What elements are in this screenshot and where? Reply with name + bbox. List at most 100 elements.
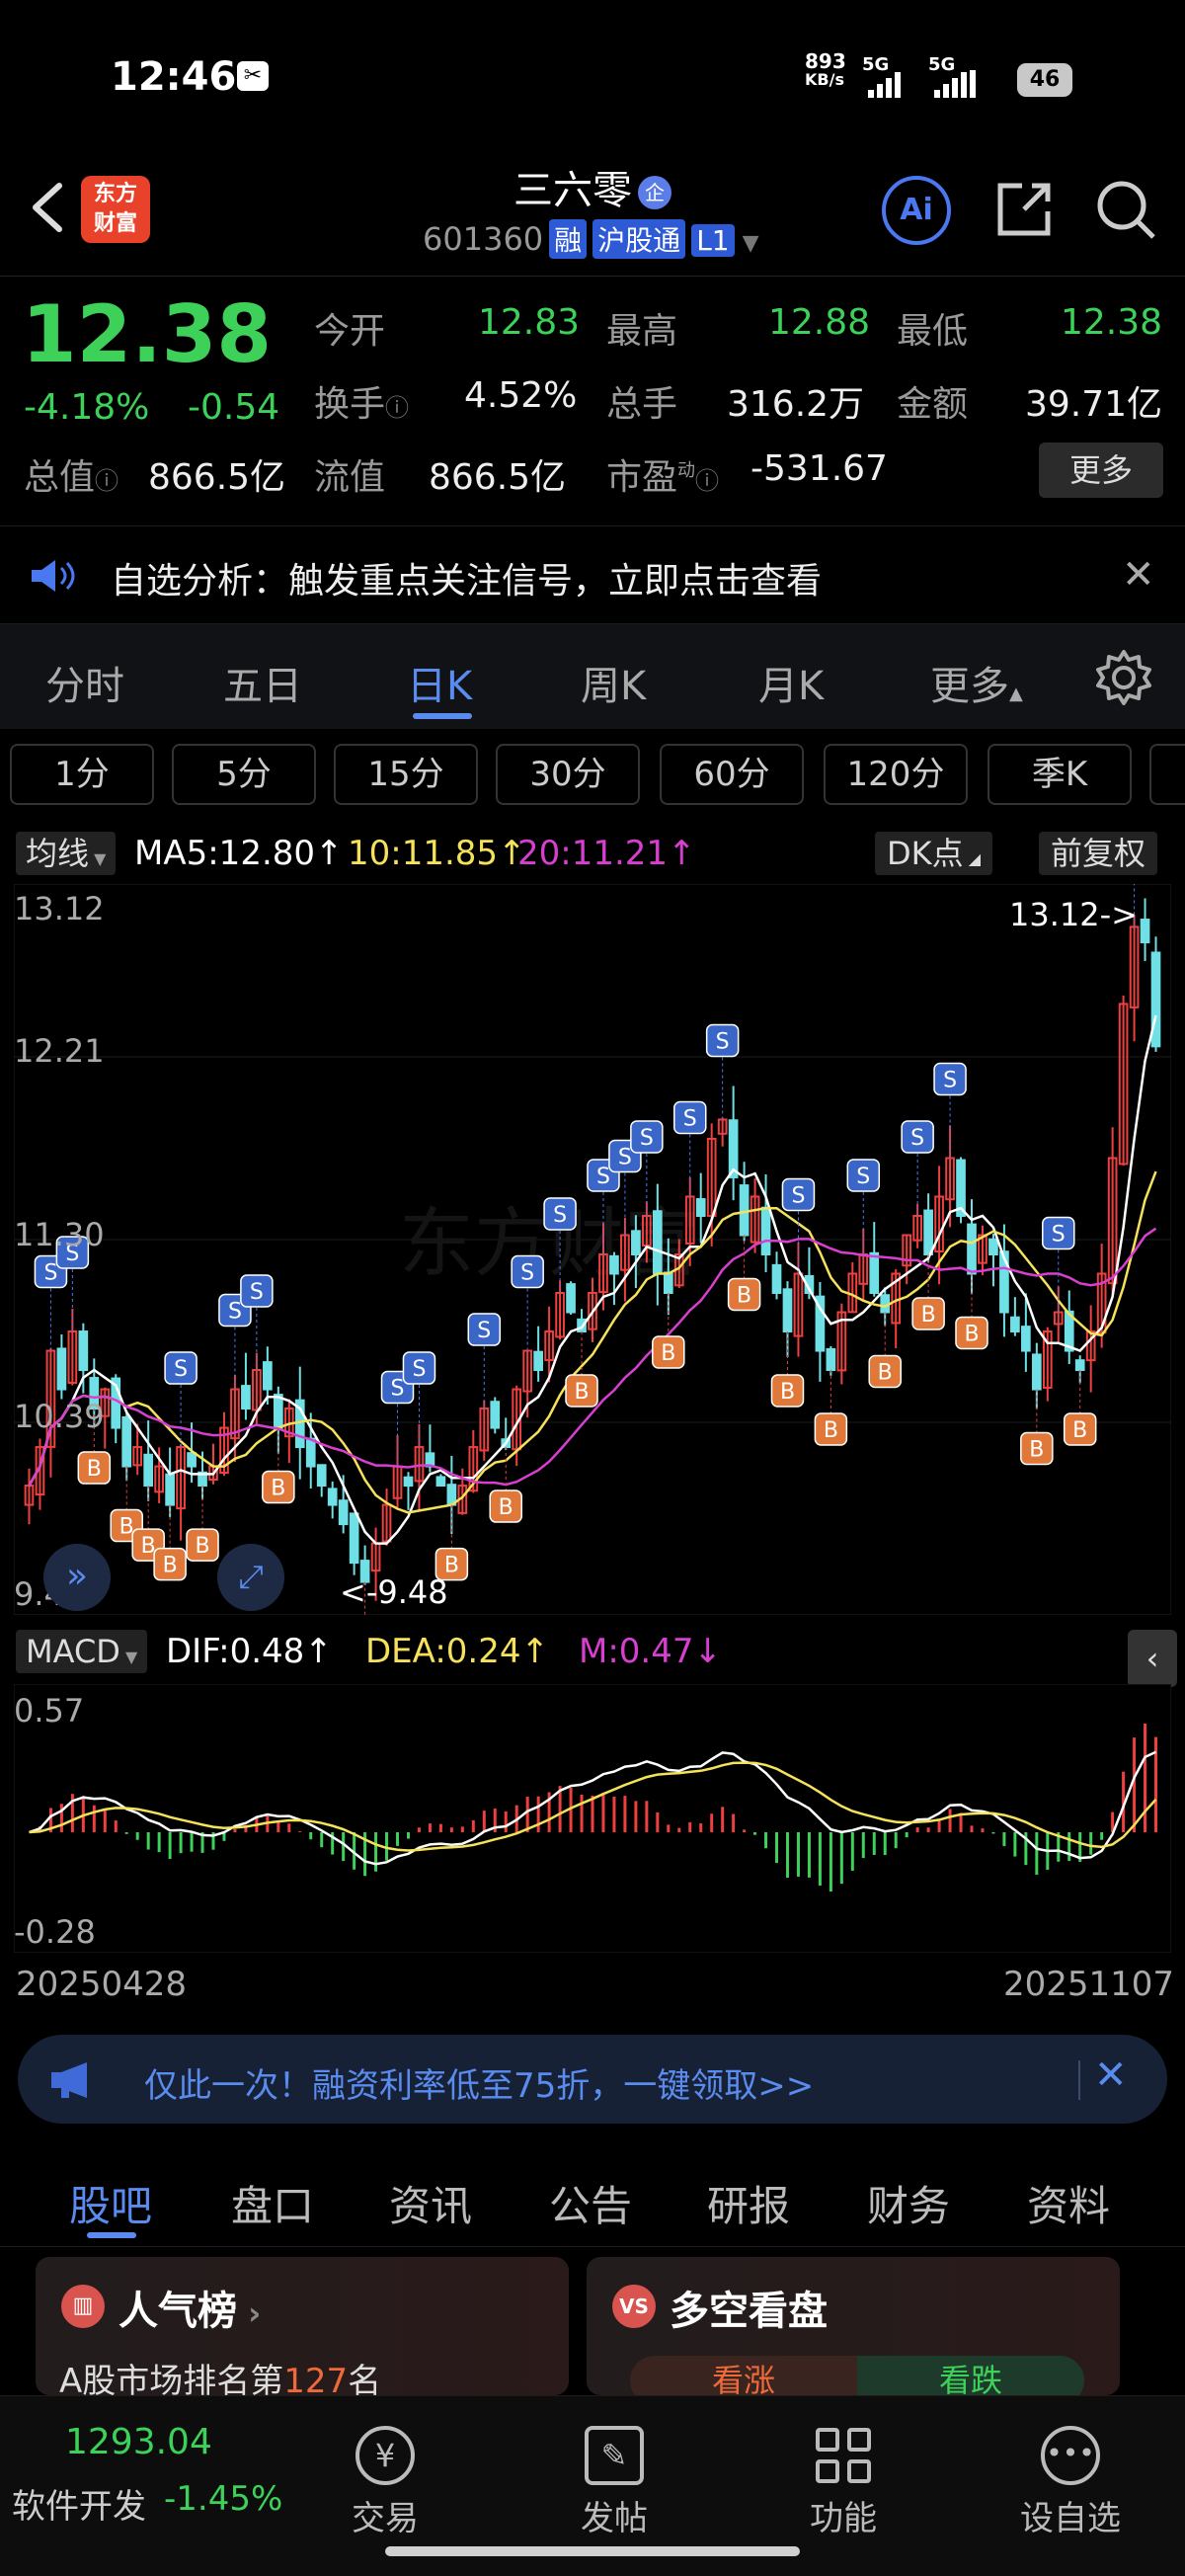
y-label-4: 10.39 bbox=[14, 1398, 105, 1435]
svg-text:B: B bbox=[271, 1477, 285, 1501]
tab-research[interactable]: 研报 bbox=[707, 2173, 790, 2233]
svg-text:S: S bbox=[640, 1126, 654, 1151]
nav-add-watchlist[interactable]: ••• 设自选 bbox=[1011, 2426, 1130, 2539]
active-tab-indicator bbox=[87, 2232, 136, 2238]
sector-index[interactable]: 1293.04 软件开发 -1.45% bbox=[0, 2422, 296, 2540]
dif-label: DIF:0.48↑ bbox=[166, 1632, 333, 1671]
tab-finance[interactable]: 财务 bbox=[867, 2173, 950, 2233]
candle-body bbox=[1074, 1359, 1085, 1372]
close-icon[interactable]: ✕ bbox=[1122, 552, 1155, 598]
tab-guba[interactable]: 股吧 bbox=[69, 2173, 152, 2233]
y-label-3: 11.30 bbox=[14, 1216, 105, 1253]
candle-body bbox=[327, 1488, 338, 1506]
bull-bear-title: 多空看盘 bbox=[670, 2289, 828, 2334]
svg-text:S: S bbox=[174, 1357, 188, 1382]
more-button[interactable]: 更多 bbox=[1039, 443, 1163, 498]
svg-text:S: S bbox=[228, 1300, 242, 1325]
open-value: 12.83 bbox=[478, 302, 581, 343]
tab-5day[interactable]: 五日 bbox=[223, 654, 302, 711]
svg-text:S: S bbox=[856, 1165, 870, 1189]
status-time: 12:46 bbox=[111, 54, 237, 100]
svg-text:B: B bbox=[1072, 1418, 1087, 1443]
stock-code-row[interactable]: 601360 融沪股通 L1 ▼ bbox=[423, 219, 759, 259]
nav-trade[interactable]: ¥ 交易 bbox=[326, 2426, 444, 2539]
float-label: 流值 bbox=[314, 457, 386, 498]
macd-chart[interactable]: 0.57 -0.28 bbox=[13, 1683, 1172, 1954]
svg-text:S: S bbox=[477, 1319, 491, 1343]
period-60min[interactable]: 60分 bbox=[660, 744, 804, 805]
svg-text:B: B bbox=[780, 1380, 795, 1405]
svg-text:S: S bbox=[910, 1126, 924, 1151]
period-5min[interactable]: 5分 bbox=[172, 744, 316, 805]
tab-news[interactable]: 资讯 bbox=[389, 2173, 472, 2233]
period-buttons: 1分 5分 15分 30分 60分 120分 季K bbox=[0, 736, 1185, 810]
candle-body bbox=[566, 1283, 576, 1314]
svg-text:B: B bbox=[574, 1380, 589, 1405]
fullscreen-icon[interactable]: ⤢ bbox=[217, 1544, 284, 1611]
candle-body bbox=[782, 1288, 793, 1333]
info-icon: ⓘ bbox=[385, 394, 410, 422]
date-start: 20250428 bbox=[16, 1965, 188, 2004]
svg-text:B: B bbox=[921, 1303, 936, 1328]
candle-body bbox=[403, 1476, 414, 1488]
chevron-down-icon: ▼ bbox=[119, 1648, 138, 1666]
chart-bars-icon: ▥ bbox=[61, 2285, 105, 2328]
close-icon[interactable]: ✕ bbox=[1094, 2053, 1128, 2098]
collapse-icon[interactable]: ‹ bbox=[1128, 1630, 1177, 1687]
period-overflow[interactable] bbox=[1149, 744, 1185, 805]
candle-body bbox=[263, 1361, 273, 1391]
macd-selector[interactable]: MACD ▼ bbox=[16, 1630, 148, 1673]
candle-body bbox=[165, 1473, 175, 1506]
svg-text:B: B bbox=[87, 1457, 102, 1482]
info-icon: ⓘ bbox=[695, 467, 720, 495]
search-icon[interactable] bbox=[1094, 178, 1157, 241]
share-icon[interactable] bbox=[992, 178, 1056, 241]
tab-more[interactable]: 更多▲ bbox=[930, 654, 1023, 711]
gear-icon[interactable] bbox=[1094, 648, 1153, 707]
candle-body bbox=[826, 1347, 836, 1372]
nav-features[interactable]: 功能 bbox=[784, 2426, 903, 2539]
candle-body bbox=[338, 1499, 349, 1526]
sector-index-name: 软件开发 bbox=[12, 2487, 146, 2527]
tab-daily-k[interactable]: 日K bbox=[407, 654, 472, 711]
period-quarter-k[interactable]: 季K bbox=[988, 744, 1132, 805]
bull-bear-card[interactable]: VS 多空看盘 看涨 看跌 bbox=[587, 2257, 1120, 2405]
nav-post[interactable]: ✎ 发帖 bbox=[555, 2426, 673, 2539]
chevron-right-icon: › bbox=[237, 2294, 262, 2332]
tab-intraday[interactable]: 分时 bbox=[45, 654, 124, 711]
period-15min[interactable]: 15分 bbox=[334, 744, 478, 805]
svg-text:S: S bbox=[716, 1029, 730, 1054]
period-30min[interactable]: 30分 bbox=[496, 744, 640, 805]
arrow-up-icon: ↑ bbox=[668, 834, 696, 873]
candle-body bbox=[121, 1415, 132, 1468]
amount-label: 金额 bbox=[897, 384, 969, 425]
candle-body bbox=[273, 1394, 283, 1429]
divider bbox=[1078, 2060, 1080, 2100]
tab-announcement[interactable]: 公告 bbox=[549, 2173, 632, 2233]
candle-body bbox=[652, 1210, 663, 1275]
period-120min[interactable]: 120分 bbox=[824, 744, 968, 805]
max-price-note: 13.12-> bbox=[1009, 896, 1138, 933]
level-tag: L1 bbox=[691, 224, 735, 257]
promo-banner[interactable]: 仅此一次！融资利率低至75折，一键领取>> ✕ bbox=[18, 2035, 1167, 2124]
date-axis: 20250428 20251107 bbox=[0, 1961, 1185, 2010]
current-price: 12.38 bbox=[22, 288, 273, 380]
ma-selector[interactable]: 均线 ▼ bbox=[16, 832, 117, 875]
candle-body bbox=[771, 1263, 782, 1295]
tab-pankou[interactable]: 盘口 bbox=[231, 2173, 314, 2233]
change-amt: -0.54 bbox=[188, 387, 280, 428]
period-1min[interactable]: 1分 bbox=[10, 744, 154, 805]
candle-body bbox=[760, 1206, 771, 1255]
enterprise-badge: 企 bbox=[638, 176, 672, 209]
expand-left-icon[interactable]: » bbox=[43, 1544, 111, 1611]
volume-value: 316.2万 bbox=[727, 384, 865, 425]
tab-monthly-k[interactable]: 月K bbox=[758, 654, 824, 711]
dk-point-button[interactable]: DK点 ◢ bbox=[875, 832, 993, 875]
ai-icon[interactable]: Ai bbox=[882, 176, 951, 245]
tab-weekly-k[interactable]: 周K bbox=[581, 654, 646, 711]
popularity-card[interactable]: ▥ 人气榜 › A股市场排名第127名 bbox=[36, 2257, 569, 2401]
kline-chart[interactable]: 东方财富 SSBBBBSBSSBBSSBSBSSBSSSBSSBBSBSBSBS… bbox=[13, 831, 1172, 1658]
analysis-banner[interactable]: 自选分析：触发重点关注信号，立即点击查看 ✕ bbox=[0, 525, 1185, 624]
tab-profile[interactable]: 资料 bbox=[1027, 2173, 1110, 2233]
adjust-button[interactable]: 前复权 bbox=[1039, 832, 1158, 875]
